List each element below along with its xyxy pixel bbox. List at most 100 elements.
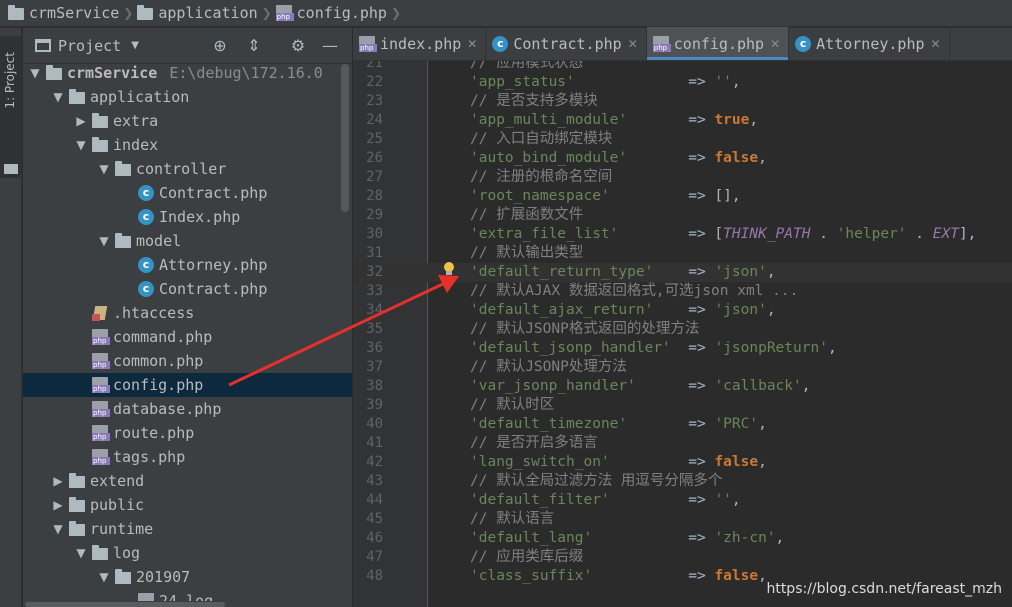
- tree-item[interactable]: ▼ application: [23, 85, 352, 109]
- tree-item[interactable]: ▶ extend: [23, 469, 352, 493]
- code-line[interactable]: 28 'root_namespace' => [],: [353, 187, 1012, 206]
- code-line[interactable]: 29 // 扩展函数文件: [353, 206, 1012, 225]
- tree-item[interactable]: ▼ index: [23, 133, 352, 157]
- code-line[interactable]: 46 'default_lang' => 'zh-cn',: [353, 529, 1012, 548]
- breadcrumb-folder[interactable]: application: [137, 0, 258, 27]
- chevron-right-icon[interactable]: ▶: [50, 498, 66, 512]
- code-line[interactable]: 27 // 注册的根命名空间: [353, 168, 1012, 187]
- code-token: 'root_namespace': [470, 188, 610, 204]
- chevron-right-icon[interactable]: ▶: [50, 474, 66, 488]
- line-number: 45: [366, 511, 383, 527]
- code-line[interactable]: 38 'var_jsonp_handler' => 'callback',: [353, 377, 1012, 396]
- folder-icon: [46, 65, 62, 80]
- code-line[interactable]: 36 'default_jsonp_handler' => 'jsonpRetur…: [353, 339, 1012, 358]
- tree-item[interactable]: c Contract.php: [23, 181, 352, 205]
- lightbulb-icon[interactable]: [443, 262, 455, 276]
- tree-item[interactable]: c Contract.php: [23, 277, 352, 301]
- code-line[interactable]: 24 'app_multi_module' => true,: [353, 111, 1012, 130]
- code-line[interactable]: 34 'default_ajax_return' => 'json',: [353, 301, 1012, 320]
- scrollbar-thumb[interactable]: [25, 602, 225, 607]
- code-editor[interactable]: 21 // 应用模式状态 22 'app_status' => '', 23 // 是否支…: [353, 61, 1012, 607]
- collapse-all-icon[interactable]: ⇕: [245, 37, 263, 55]
- code-line[interactable]: 41 // 是否开启多语言: [353, 434, 1012, 453]
- tree-item[interactable]: ▼ log: [23, 541, 352, 565]
- editor-tab[interactable]: index.php ✕: [353, 27, 487, 60]
- tree-item[interactable]: ▼ model: [23, 229, 352, 253]
- tree-item[interactable]: .htaccess: [23, 301, 352, 325]
- tree-item[interactable]: common.php: [23, 349, 352, 373]
- tree-item[interactable]: route.php: [23, 421, 352, 445]
- code-line[interactable]: 40 'default_timezone' => 'PRC',: [353, 415, 1012, 434]
- minimize-icon[interactable]: —: [321, 37, 339, 55]
- code-token: 'default_jsonp_handler': [470, 340, 671, 356]
- tree-item[interactable]: ▼ runtime: [23, 517, 352, 541]
- code-line[interactable]: 31 // 默认输出类型: [353, 244, 1012, 263]
- tree-item[interactable]: database.php: [23, 397, 352, 421]
- tree-item[interactable]: c Index.php: [23, 205, 352, 229]
- chevron-right-icon[interactable]: ▶: [73, 114, 89, 128]
- close-icon[interactable]: ✕: [931, 37, 941, 51]
- window-icon: [35, 39, 51, 52]
- code-line[interactable]: 26 'auto_bind_module' => false,: [353, 149, 1012, 168]
- close-icon[interactable]: ✕: [628, 37, 638, 51]
- code-line[interactable]: 21 // 应用模式状态: [353, 61, 1012, 73]
- tree-item[interactable]: ▼ crmService E:\debug\172.16.0: [23, 61, 352, 85]
- chevron-down-icon[interactable]: ▼: [96, 162, 112, 176]
- code-line[interactable]: 30 'extra_file_list' => [THINK_PATH . 'he…: [353, 225, 1012, 244]
- tree-item[interactable]: tags.php: [23, 445, 352, 469]
- code-line[interactable]: 23 // 是否支持多模块: [353, 92, 1012, 111]
- editor-tabs: index.php✕cContract.php✕config.php✕cAtto…: [353, 27, 1012, 61]
- dropdown-caret-icon[interactable]: ▼: [131, 40, 139, 51]
- line-number: 36: [366, 340, 383, 356]
- breadcrumb-file[interactable]: config.php: [275, 0, 387, 27]
- code-line[interactable]: 42 'lang_switch_on' => false,: [353, 453, 1012, 472]
- close-icon[interactable]: ✕: [770, 37, 780, 51]
- project-panel: Project ▼ ⊕ ⇕ ⚙ — ▼ crmService E:\debug\17…: [23, 28, 352, 607]
- editor-tab[interactable]: config.php ✕: [646, 27, 790, 60]
- code-line[interactable]: 37 // 默认JSONP处理方法: [353, 358, 1012, 377]
- project-panel-title[interactable]: Project: [58, 37, 121, 55]
- code-token: =>: [627, 112, 715, 128]
- gear-icon[interactable]: ⚙: [289, 37, 307, 55]
- code-token: 'jsonpReturn': [714, 340, 828, 356]
- tab-label: config.php: [673, 34, 765, 53]
- tree-item[interactable]: config.php: [23, 373, 352, 397]
- tree-item[interactable]: ▼ 201907: [23, 565, 352, 589]
- code-line[interactable]: 22 'app_status' => '',: [353, 73, 1012, 92]
- tree-item-label: .htaccess: [113, 304, 195, 322]
- editor-tab[interactable]: c Contract.php ✕: [486, 27, 647, 60]
- tree-item[interactable]: ▶ extra: [23, 109, 352, 133]
- code-line[interactable]: 43 // 默认全局过滤方法 用逗号分隔多个: [353, 472, 1012, 491]
- chevron-down-icon[interactable]: ▼: [96, 570, 112, 584]
- tree-item[interactable]: c Attorney.php: [23, 253, 352, 277]
- horizontal-scrollbar[interactable]: [23, 601, 352, 607]
- tree-item[interactable]: ▶ public: [23, 493, 352, 517]
- chevron-down-icon[interactable]: ▼: [50, 90, 66, 104]
- code-line[interactable]: 25 // 入口自动绑定模块: [353, 130, 1012, 149]
- vertical-scrollbar[interactable]: [341, 64, 349, 212]
- breadcrumb-label: application: [158, 4, 258, 22]
- code-line[interactable]: 47 // 应用类库后缀: [353, 548, 1012, 567]
- tree-item[interactable]: command.php: [23, 325, 352, 349]
- code-line[interactable]: 44 'default_filter' => '',: [353, 491, 1012, 510]
- code-line[interactable]: 45 // 默认语言: [353, 510, 1012, 529]
- close-icon[interactable]: ✕: [467, 37, 477, 51]
- chevron-down-icon[interactable]: ▼: [73, 138, 89, 152]
- project-tool-tab[interactable]: 1: Project: [0, 36, 21, 178]
- breadcrumb-project[interactable]: crmService: [8, 0, 119, 27]
- code-text: // 扩展函数文件: [470, 206, 583, 225]
- chevron-down-icon[interactable]: ▼: [73, 546, 89, 560]
- target-icon[interactable]: ⊕: [211, 37, 229, 55]
- chevron-down-icon[interactable]: ▼: [27, 66, 43, 80]
- line-number: 40: [366, 416, 383, 432]
- code-line[interactable]: 35 // 默认JSONP格式返回的处理方法: [353, 320, 1012, 339]
- line-number: 38: [366, 378, 383, 394]
- code-line[interactable]: 33 // 默认AJAX 数据返回格式,可选json xml ...: [353, 282, 1012, 301]
- editor-tab[interactable]: c Attorney.php ✕: [789, 27, 950, 60]
- line-number: 22: [366, 74, 383, 90]
- tree-item[interactable]: ▼ controller: [23, 157, 352, 181]
- chevron-down-icon[interactable]: ▼: [96, 234, 112, 248]
- code-line[interactable]: 39 // 默认时区: [353, 396, 1012, 415]
- chevron-down-icon[interactable]: ▼: [50, 522, 66, 536]
- tree-item-icon: [89, 449, 111, 465]
